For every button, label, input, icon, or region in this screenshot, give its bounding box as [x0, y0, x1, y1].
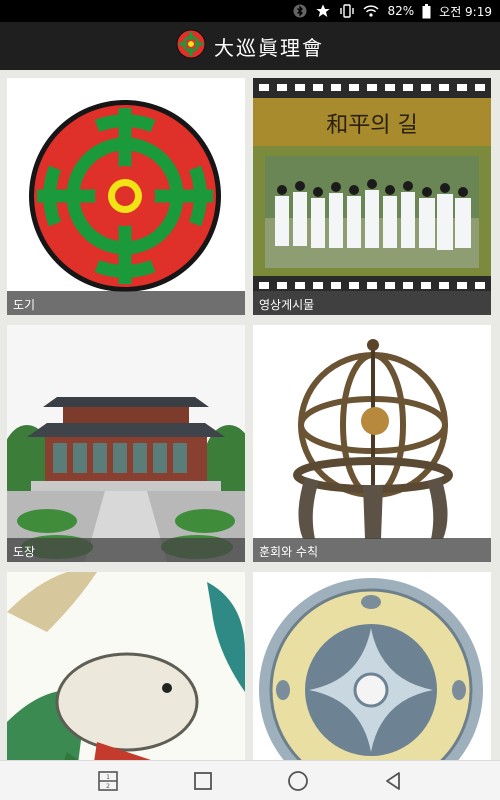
- system-nav-bar: 1 2: [0, 760, 500, 800]
- app-header: 大巡眞理會: [0, 22, 500, 70]
- star-icon: [315, 0, 331, 22]
- battery-icon: [422, 0, 431, 22]
- dual-window-button[interactable]: 1 2: [88, 761, 128, 800]
- bluetooth-icon: [293, 0, 307, 22]
- tile-guardian-painting[interactable]: [7, 572, 245, 760]
- tile-dojang[interactable]: 도장: [7, 325, 245, 562]
- battery-percent: 82%: [387, 4, 415, 18]
- temple-building-image: [7, 325, 245, 562]
- status-bar: 82% 오전 9:19: [0, 0, 500, 22]
- guardian-painting-image: [7, 572, 245, 760]
- dual-window-icon: 1 2: [97, 770, 118, 791]
- app-screen: 82% 오전 9:19 大巡眞理會 도기 和平의 길 영상게시물 도장 훈회와 …: [0, 0, 500, 800]
- home-icon: [287, 770, 308, 791]
- clock: 오전 9:19: [439, 4, 492, 19]
- vibrate-icon: [339, 0, 355, 22]
- home-button[interactable]: [278, 761, 318, 800]
- emblem-disc-image: [253, 572, 491, 760]
- svg-text:2: 2: [106, 783, 110, 790]
- logo-emblem-icon: [176, 29, 206, 63]
- tile-caption: 훈회와 수칙: [253, 538, 491, 562]
- back-icon: [385, 771, 400, 790]
- film-banner-text: 和平의 길: [326, 113, 417, 138]
- tile-caption: 영상게시물: [253, 291, 491, 315]
- recents-icon: [193, 771, 212, 790]
- svg-text:1: 1: [106, 774, 110, 781]
- armillary-sphere-image: [253, 325, 491, 562]
- back-button[interactable]: [373, 761, 413, 800]
- tile-caption: 도장: [7, 538, 245, 562]
- film-strip-image: 和平의 길: [253, 78, 491, 315]
- recents-button[interactable]: [183, 761, 223, 800]
- tile-caption: 도기: [7, 291, 245, 315]
- wifi-icon: [363, 0, 380, 22]
- tile-video-posts[interactable]: 和平의 길 영상게시물: [253, 78, 491, 315]
- tile-emblem-disc[interactable]: [253, 572, 491, 760]
- dogi-emblem-icon: [7, 78, 245, 315]
- page-title: 大巡眞理會: [214, 35, 324, 60]
- tile-precepts[interactable]: 훈회와 수칙: [253, 325, 491, 562]
- tile-dogi[interactable]: 도기: [7, 78, 245, 315]
- menu-grid: 도기 和平의 길 영상게시물 도장 훈회와 수칙: [0, 70, 500, 760]
